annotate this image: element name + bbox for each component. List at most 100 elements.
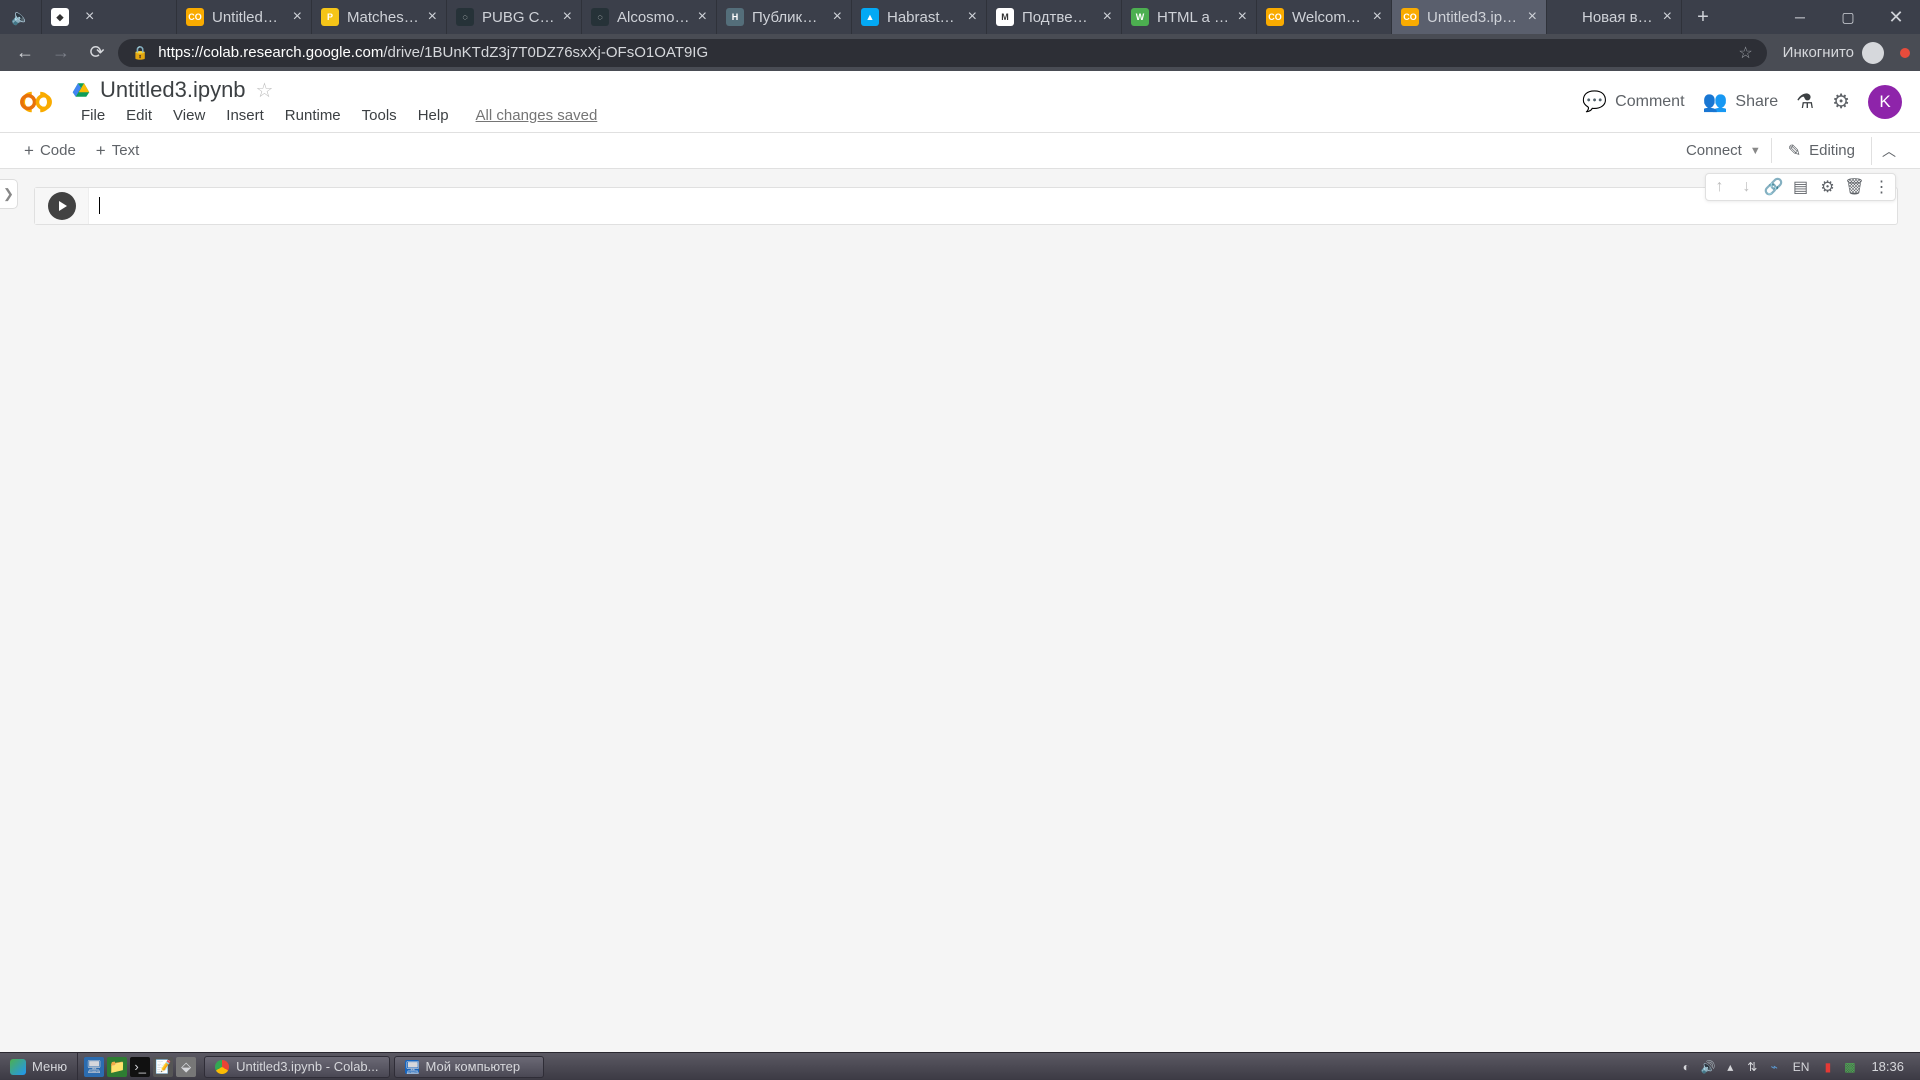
favicon-icon: ◌	[591, 8, 609, 26]
add-text-button[interactable]: +Text	[86, 137, 149, 165]
ql-editor-icon[interactable]: 📝	[153, 1057, 173, 1077]
tab-close-button[interactable]: ×	[1528, 9, 1537, 25]
browser-tab[interactable]: ▲Habrastorage×	[852, 0, 987, 34]
browser-tab[interactable]: Новая вкладка ×	[1547, 0, 1682, 34]
cell-move-up-button[interactable]: ↑	[1706, 174, 1733, 200]
favicon-icon: CO	[1401, 8, 1419, 26]
browser-tab[interactable]: COWelcome To C×	[1257, 0, 1392, 34]
add-text-label: Text	[112, 142, 140, 159]
browser-tab[interactable]: ◌Alcosmo - PUB×	[582, 0, 717, 34]
cell-toolbar: ↑ ↓ 🔗 ▤ ⚙ 🗑 ⋮	[1705, 173, 1896, 201]
tab-close-button[interactable]: ×	[833, 9, 842, 25]
connect-button[interactable]: Connect▼	[1676, 138, 1772, 163]
incognito-indicator[interactable]: Инкогнито	[1783, 42, 1884, 64]
tab-title: Подтвержден	[1022, 9, 1095, 26]
taskbar-item-computer[interactable]: 🖥Мой компьютер	[394, 1056, 544, 1078]
tray-up-icon[interactable]: ▴	[1722, 1058, 1739, 1075]
favicon-icon: M	[996, 8, 1014, 26]
url-input[interactable]: 🔒 https://colab.research.google.com/driv…	[118, 39, 1767, 67]
share-button[interactable]: 👥Share	[1703, 89, 1779, 114]
sidebar-expand-button[interactable]: ❯	[0, 179, 18, 209]
tab-close-button[interactable]: ×	[428, 9, 437, 25]
url-text: https://colab.research.google.com/drive/…	[158, 44, 1728, 61]
tab-title: Untitled3.ipynb	[1427, 9, 1520, 26]
browser-tab[interactable]: M Подтвержден ×	[987, 0, 1122, 34]
favicon-icon: H	[726, 8, 744, 26]
tray-battery-icon[interactable]: ▮	[1819, 1058, 1836, 1075]
ql-files-icon[interactable]: 📁	[107, 1057, 127, 1077]
browser-tab[interactable]: PMatches — pu×	[312, 0, 447, 34]
window-minimize-button[interactable]: ─	[1776, 0, 1824, 34]
browser-tab[interactable]: ◆×	[42, 0, 177, 34]
start-menu-button[interactable]: Меню	[0, 1053, 78, 1080]
beaker-icon: ⚗	[1796, 89, 1814, 114]
browser-titlebar: 🔈◆×COUntitled2.ipynb×PMatches — pu×◌PUBG…	[0, 0, 1920, 34]
new-tab-button[interactable]: +	[1682, 0, 1724, 34]
tab-close-button[interactable]: ×	[698, 9, 707, 25]
account-avatar[interactable]: K	[1868, 85, 1902, 119]
ql-terminal-icon[interactable]: ›_	[130, 1057, 150, 1077]
tab-title: Новая вкладка	[1582, 9, 1655, 26]
nav-forward-button[interactable]: →	[46, 38, 76, 68]
doc-star-button[interactable]: ☆	[256, 78, 274, 103]
code-input[interactable]	[89, 188, 1897, 224]
browser-tab[interactable]: COUntitled2.ipynb×	[177, 0, 312, 34]
cell-delete-button[interactable]: 🗑	[1841, 174, 1868, 200]
experiment-button[interactable]: ⚗	[1796, 89, 1814, 114]
nav-reload-button[interactable]: ⟳	[82, 38, 112, 68]
editing-mode-button[interactable]: ✎Editing	[1778, 137, 1865, 165]
tab-close-button[interactable]: ×	[563, 9, 572, 25]
notification-dot-icon[interactable]	[1900, 48, 1910, 58]
tray-steam-icon[interactable]: ◐	[1678, 1058, 1695, 1075]
code-cell[interactable]	[34, 187, 1898, 225]
computer-icon: 🖥	[405, 1060, 419, 1074]
add-code-button[interactable]: +Code	[14, 137, 86, 165]
cell-link-button[interactable]: 🔗	[1760, 174, 1787, 200]
collapse-toolbar-button[interactable]: ︿	[1871, 137, 1906, 165]
window-close-button[interactable]: ✕	[1872, 0, 1920, 34]
nav-back-button[interactable]: ←	[10, 38, 40, 68]
menu-file[interactable]: File	[72, 105, 114, 126]
browser-tab[interactable]: HПубликация, п×	[717, 0, 852, 34]
favicon-icon: W	[1131, 8, 1149, 26]
cell-move-down-button[interactable]: ↓	[1733, 174, 1760, 200]
ql-app-icon[interactable]: ⬙	[176, 1057, 196, 1077]
menu-insert[interactable]: Insert	[217, 105, 273, 126]
bookmark-star-icon[interactable]: ☆	[1738, 43, 1752, 63]
cell-comment-button[interactable]: ▤	[1787, 174, 1814, 200]
browser-tab[interactable]: WHTML a target×	[1122, 0, 1257, 34]
colab-header: Untitled3.ipynb ☆ FileEditViewInsertRunt…	[0, 71, 1920, 133]
settings-button[interactable]: ⚙	[1832, 89, 1850, 114]
run-cell-button[interactable]	[48, 192, 76, 220]
tab-close-button[interactable]: ×	[1663, 9, 1672, 25]
menu-view[interactable]: View	[164, 105, 214, 126]
tray-clock[interactable]: 18:36	[1863, 1059, 1912, 1074]
menu-edit[interactable]: Edit	[117, 105, 161, 126]
window-maximize-button[interactable]: ▢	[1824, 0, 1872, 34]
tray-net-icon[interactable]: ⇅	[1744, 1058, 1761, 1075]
tab-close-button[interactable]: ×	[293, 9, 302, 25]
save-status[interactable]: All changes saved	[467, 105, 607, 126]
browser-tab[interactable]: ◌PUBG CGS - db×	[447, 0, 582, 34]
colab-logo-icon[interactable]	[18, 84, 54, 120]
comment-button[interactable]: 💬Comment	[1582, 89, 1684, 114]
tab-close-button[interactable]: ×	[1238, 9, 1247, 25]
menu-help[interactable]: Help	[409, 105, 458, 126]
taskbar-item-chrome[interactable]: Untitled3.ipynb - Colab...	[204, 1056, 389, 1078]
tab-close-button[interactable]: ×	[968, 9, 977, 25]
cell-more-button[interactable]: ⋮	[1868, 174, 1895, 200]
tray-sound-icon[interactable]: 🔊	[1700, 1058, 1717, 1075]
menu-runtime[interactable]: Runtime	[276, 105, 350, 126]
tab-close-button[interactable]: ×	[1373, 9, 1382, 25]
menu-tools[interactable]: Tools	[353, 105, 406, 126]
cell-settings-button[interactable]: ⚙	[1814, 174, 1841, 200]
document-title[interactable]: Untitled3.ipynb	[100, 77, 246, 103]
tab-close-button[interactable]: ×	[1103, 9, 1112, 25]
tab-close-button[interactable]: ×	[85, 9, 94, 25]
tray-flag-icon[interactable]: ▩	[1841, 1058, 1858, 1075]
browser-tab-active[interactable]: CO Untitled3.ipynb ×	[1392, 0, 1547, 34]
browser-tab[interactable]: 🔈	[0, 0, 42, 34]
ql-desktop-icon[interactable]: 🖥	[84, 1057, 104, 1077]
tray-language[interactable]: EN	[1788, 1060, 1815, 1074]
tray-bt-icon[interactable]: ⌁	[1766, 1058, 1783, 1075]
